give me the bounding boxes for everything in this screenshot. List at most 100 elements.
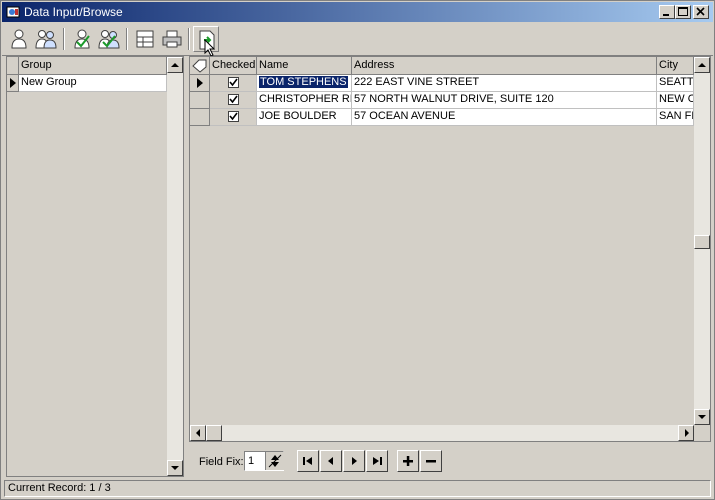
field-fix-value[interactable]: 1: [248, 455, 254, 467]
maximize-icon: [678, 7, 688, 16]
check-single-user-icon: [74, 29, 90, 49]
group-list-scrollbar[interactable]: [167, 57, 183, 476]
first-record-icon: [303, 457, 312, 465]
single-user-button[interactable]: [6, 26, 32, 52]
column-header-checked[interactable]: Checked: [210, 57, 257, 75]
checkmark-icon: [229, 95, 238, 104]
row-indicator[interactable]: [190, 92, 210, 109]
check-multi-user-icon: [98, 30, 120, 49]
close-icon: [696, 7, 705, 16]
scroll-down-button[interactable]: [167, 460, 183, 476]
toolbar: [2, 23, 713, 57]
checked-checkbox[interactable]: [228, 94, 239, 105]
layout-button[interactable]: [132, 26, 158, 52]
mouse-cursor-icon: [204, 39, 216, 57]
row-indicator[interactable]: [190, 75, 210, 92]
current-row-arrow-icon: [197, 78, 203, 88]
minimize-icon: [663, 14, 669, 16]
scroll-up-button[interactable]: [167, 57, 183, 73]
arrow-left-icon: [196, 429, 200, 437]
arrow-down-icon: [171, 466, 179, 470]
column-header-address[interactable]: Address: [352, 57, 657, 75]
delete-record-button[interactable]: [420, 450, 442, 472]
scroll-thumb[interactable]: [206, 425, 222, 441]
name-cell[interactable]: TOM STEPHENS: [257, 75, 352, 92]
group-name: New Group: [21, 76, 77, 88]
grid-corner-header[interactable]: [190, 57, 210, 75]
check-single-user-button[interactable]: [69, 26, 95, 52]
scroll-left-button[interactable]: [190, 425, 206, 441]
records-grid: Checked Name Address City TOM STEPHENS 2…: [189, 56, 711, 442]
multi-user-icon: [35, 30, 57, 49]
scrollbar-corner: [694, 425, 710, 441]
title-bar[interactable]: Data Input/Browse: [2, 2, 713, 22]
toolbar-separator: [126, 28, 128, 50]
group-row[interactable]: New Group: [19, 75, 167, 92]
first-record-button[interactable]: [297, 450, 319, 472]
address-cell[interactable]: 222 EAST VINE STREET: [352, 75, 657, 92]
group-indicator-header: [7, 57, 19, 75]
scroll-up-button[interactable]: [694, 57, 710, 73]
current-row-arrow-icon: [10, 78, 16, 88]
checkmark-icon: [229, 112, 238, 121]
last-record-icon: [373, 457, 382, 465]
arrow-right-icon: [685, 429, 689, 437]
navigation-bar: Field Fix: 1: [189, 443, 711, 477]
city-cell[interactable]: SEATTLE: [657, 75, 694, 92]
print-button[interactable]: [159, 26, 185, 52]
check-multi-user-button[interactable]: [96, 26, 122, 52]
status-bar: Current Record: 1 / 3: [4, 480, 711, 497]
toolbar-separator: [63, 28, 65, 50]
maximize-button[interactable]: [675, 5, 691, 19]
close-button[interactable]: [693, 5, 709, 19]
tag-icon: [192, 59, 207, 73]
column-header-name[interactable]: Name: [257, 57, 352, 75]
scroll-right-button[interactable]: [678, 425, 694, 441]
field-fix-spin-button[interactable]: [265, 452, 284, 470]
address-cell[interactable]: 57 NORTH WALNUT DRIVE, SUITE 120: [352, 92, 657, 109]
row-indicator[interactable]: [190, 109, 210, 126]
minus-icon: [426, 460, 436, 463]
address-cell[interactable]: 57 OCEAN AVENUE: [352, 109, 657, 126]
app-icon: [6, 6, 20, 18]
city-cell[interactable]: SAN FRANCISCO: [657, 109, 694, 126]
plus-icon: [403, 456, 413, 466]
multi-user-button[interactable]: [33, 26, 59, 52]
current-record-status: Current Record: 1 / 3: [8, 482, 111, 494]
toolbar-separator: [188, 28, 190, 50]
city-cell[interactable]: NEW ORLEANS: [657, 92, 694, 109]
field-fix-label: Field Fix:: [199, 456, 244, 468]
records-horizontal-scrollbar[interactable]: [190, 425, 694, 441]
data-input-window: Data Input/Browse Group New Group Checke…: [0, 0, 715, 500]
checked-checkbox[interactable]: [228, 77, 239, 88]
last-record-button[interactable]: [366, 450, 388, 472]
field-fix-stepper[interactable]: 1: [244, 451, 284, 471]
next-record-button[interactable]: [343, 450, 365, 472]
window-title: Data Input/Browse: [24, 5, 123, 19]
arrow-up-icon: [171, 63, 179, 67]
arrow-down-icon: [698, 415, 706, 419]
arrow-up-icon: [698, 63, 706, 67]
single-user-icon: [11, 29, 27, 49]
checked-cell[interactable]: [210, 109, 257, 126]
minimize-button[interactable]: [659, 5, 675, 19]
document-arrow-button[interactable]: [193, 26, 219, 57]
print-icon: [162, 30, 182, 48]
row-indicator[interactable]: [7, 75, 19, 92]
name-cell[interactable]: JOE BOULDER: [257, 109, 352, 126]
scroll-down-button[interactable]: [694, 409, 710, 425]
column-header-city[interactable]: City: [657, 57, 694, 75]
spin-arrows-icon: [268, 454, 282, 468]
group-column-header[interactable]: Group: [19, 57, 167, 75]
group-list-pane: Group New Group: [6, 56, 184, 477]
checked-cell[interactable]: [210, 75, 257, 92]
checked-checkbox[interactable]: [228, 111, 239, 122]
previous-record-button[interactable]: [320, 450, 342, 472]
name-text: TOM STEPHENS: [258, 75, 349, 89]
records-vertical-scrollbar[interactable]: [694, 57, 710, 425]
layout-icon: [136, 30, 154, 48]
name-cell[interactable]: CHRISTOPHER REED: [257, 92, 352, 109]
checked-cell[interactable]: [210, 92, 257, 109]
add-record-button[interactable]: [397, 450, 419, 472]
scroll-thumb[interactable]: [694, 235, 710, 249]
